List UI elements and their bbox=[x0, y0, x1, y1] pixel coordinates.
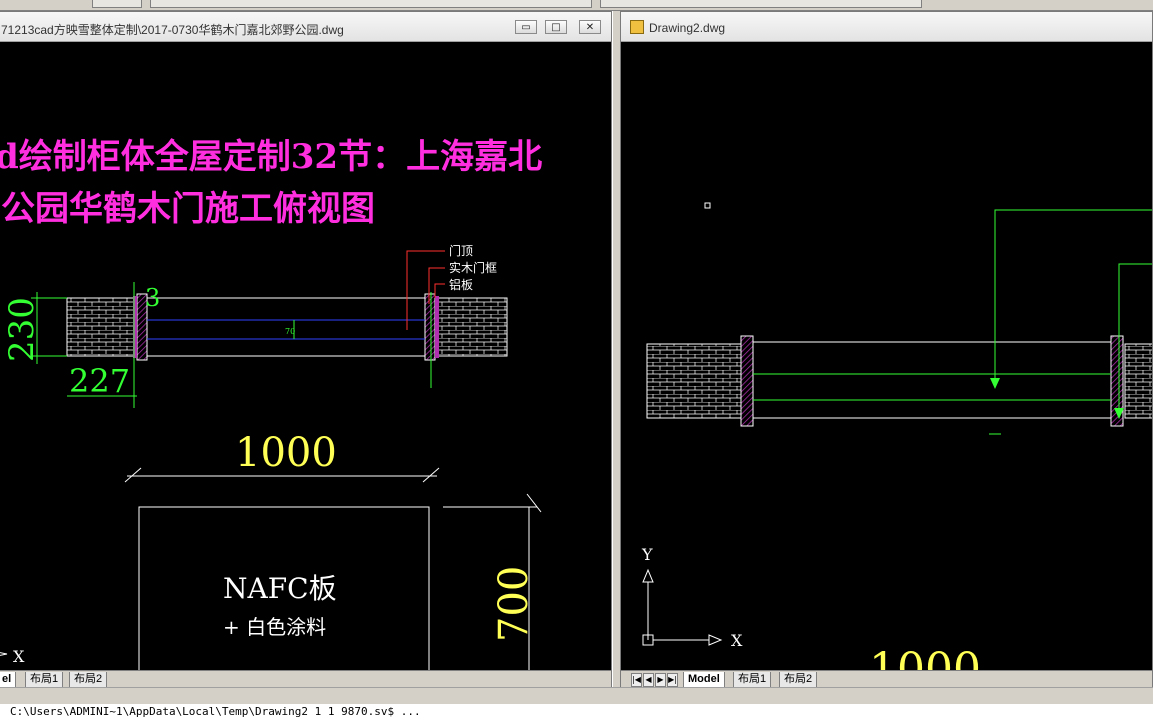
tab-layout1[interactable]: 布局1 bbox=[25, 672, 64, 688]
tab-model[interactable]: Model bbox=[683, 672, 725, 688]
right-drawing-window[interactable]: Drawing2.dwg Y X 1000 |◀ ◀ ▶ ▶| Model 布局… bbox=[620, 11, 1153, 689]
right-cad-drawing: Y X 1000 bbox=[641, 202, 1152, 670]
dim-70: 70 bbox=[285, 327, 295, 336]
restore-button[interactable]: □ bbox=[545, 20, 567, 34]
right-window-titlebar[interactable]: Drawing2.dwg bbox=[621, 12, 1152, 42]
dim-230: 230 bbox=[2, 297, 42, 362]
left-cad-drawing: d绘制柜体全屋定制32节：上海嘉北 公园华鹤木门施工俯视图 70 门顶 实木门框… bbox=[0, 137, 542, 670]
brick-wall-left bbox=[66, 297, 138, 357]
callout-aluminum: 铝板 bbox=[449, 277, 473, 292]
callout-door-top: 门顶 bbox=[449, 243, 473, 258]
toolbar-segment[interactable] bbox=[150, 0, 592, 8]
right-window-title: Drawing2.dwg bbox=[649, 21, 726, 35]
close-button[interactable]: ✕ bbox=[579, 20, 601, 34]
panel-text-nafc: NAFC板 bbox=[223, 572, 337, 605]
left-drawing-canvas[interactable]: d绘制柜体全屋定制32节：上海嘉北 公园华鹤木门施工俯视图 70 门顶 实木门框… bbox=[0, 42, 611, 670]
tab-layout2[interactable]: 布局2 bbox=[779, 672, 818, 688]
minimize-button[interactable]: ▭ bbox=[515, 20, 537, 34]
dim-700: 700 bbox=[491, 566, 537, 642]
ucs-x-arrow bbox=[708, 634, 723, 646]
dim-1000: 1000 bbox=[235, 430, 337, 476]
dim-3: 3 bbox=[145, 284, 160, 312]
drawing-heading-line1: d绘制柜体全屋定制32节：上海嘉北 bbox=[0, 137, 542, 177]
leader-arrow-1 bbox=[990, 378, 1000, 389]
ucs-x-label: X bbox=[13, 647, 25, 666]
first-tab-button[interactable]: |◀ bbox=[631, 673, 642, 687]
top-toolbar-strip bbox=[0, 0, 1153, 11]
toolbar-segment[interactable] bbox=[92, 0, 142, 8]
next-tab-button[interactable]: ▶ bbox=[655, 673, 666, 687]
last-tab-button[interactable]: ▶| bbox=[667, 673, 678, 687]
prev-tab-button[interactable]: ◀ bbox=[643, 673, 654, 687]
ucs-y-label: Y bbox=[641, 545, 653, 564]
dim-227: 227 bbox=[69, 362, 130, 400]
door-frame-right bbox=[424, 293, 436, 361]
brick-wall-left bbox=[646, 343, 742, 419]
drawing-heading-line2: 公园华鹤木门施工俯视图 bbox=[1, 189, 375, 229]
left-window-title: 71213cad方映雪整体定制\2017-0730华鹤木门嘉北郊野公园.dwg bbox=[1, 23, 344, 37]
cursor-pickbox bbox=[704, 202, 711, 209]
tab-model[interactable]: el bbox=[0, 672, 17, 688]
left-drawing-window[interactable]: 71213cad方映雪整体定制\2017-0730华鹤木门嘉北郊野公园.dwg … bbox=[0, 11, 612, 689]
callout-wood-frame: 实木门框 bbox=[449, 260, 497, 275]
panel-text-paint: + 白色涂料 bbox=[223, 615, 326, 639]
dwg-file-icon bbox=[630, 20, 644, 34]
toolbar-segment[interactable] bbox=[600, 0, 922, 8]
tab-layout2[interactable]: 布局2 bbox=[69, 672, 108, 688]
brick-wall-right bbox=[432, 297, 508, 357]
door-frame-left bbox=[740, 335, 754, 427]
left-window-titlebar[interactable]: 71213cad方映雪整体定制\2017-0730华鹤木门嘉北郊野公园.dwg … bbox=[0, 12, 611, 42]
brick-wall-right bbox=[1124, 343, 1152, 419]
command-line[interactable]: C:\Users\ADMINI~1\AppData\Local\Temp\Dra… bbox=[0, 704, 1153, 720]
aluminum-plate-right bbox=[435, 296, 439, 358]
ucs-x-label: X bbox=[731, 631, 743, 650]
right-drawing-canvas[interactable]: Y X 1000 bbox=[621, 42, 1152, 670]
callout-leader-3 bbox=[434, 283, 445, 298]
ucs-x-arrow bbox=[0, 652, 8, 656]
tab-layout1[interactable]: 布局1 bbox=[733, 672, 772, 688]
window-bottom-strip bbox=[0, 687, 1153, 705]
dim-1000-tick-left bbox=[124, 467, 142, 483]
dim-1000-tick-right bbox=[422, 467, 440, 483]
ucs-y-arrow bbox=[642, 568, 654, 583]
dim-1000: 1000 bbox=[869, 644, 981, 670]
